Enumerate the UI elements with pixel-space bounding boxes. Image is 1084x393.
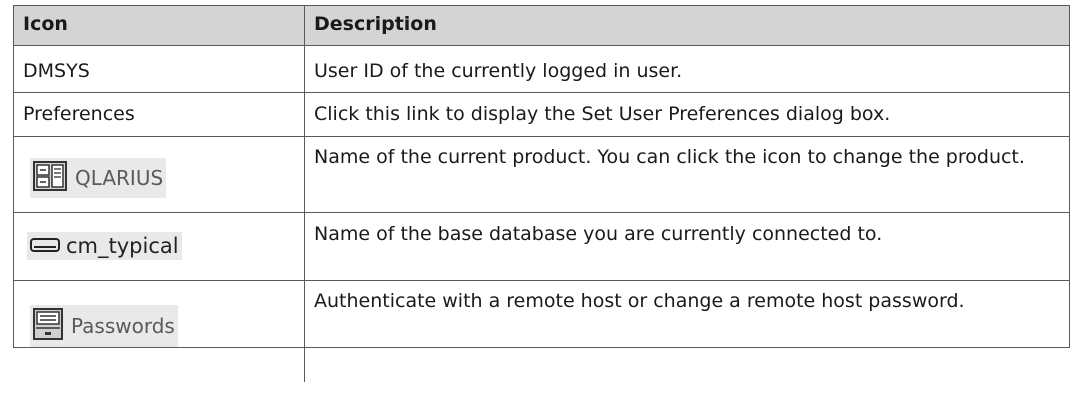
icon-cell: QLARIUS xyxy=(13,136,305,213)
description-cell: Name of the base database you are curren… xyxy=(304,212,1070,281)
passwords-icon xyxy=(33,308,63,344)
product-selector[interactable]: QLARIUS xyxy=(30,158,167,198)
database-icon xyxy=(30,235,60,257)
user-id-cell: DMSYS xyxy=(13,45,305,93)
passwords-link[interactable]: Passwords xyxy=(30,305,178,347)
preferences-cell: Preferences xyxy=(13,92,305,137)
header-icon: Icon xyxy=(13,5,305,46)
table-row: Passwords Authenticate with a remote hos… xyxy=(13,280,1070,348)
database-name: cm_typical xyxy=(66,234,179,258)
table-row: cm_typical Name of the base database you… xyxy=(13,212,1070,281)
table-continuation xyxy=(13,347,1070,382)
passwords-label: Passwords xyxy=(71,314,175,338)
product-name: QLARIUS xyxy=(75,166,164,190)
table-row: DMSYS User ID of the currently logged in… xyxy=(13,45,1070,93)
table-row: Preferences Click this link to display t… xyxy=(13,92,1070,137)
description-cell: Click this link to display the Set User … xyxy=(304,92,1070,137)
description-cell: Name of the current product. You can cli… xyxy=(304,136,1070,213)
product-icon xyxy=(33,161,67,195)
database-selector[interactable]: cm_typical xyxy=(27,232,182,260)
description-cell: Authenticate with a remote host or chang… xyxy=(304,280,1070,348)
header-description: Description xyxy=(304,5,1070,46)
icon-cell: cm_typical xyxy=(13,212,305,281)
icon-description-table: Icon Description DMSYS User ID of the cu… xyxy=(13,5,1070,382)
icon-cell: Passwords xyxy=(13,280,305,348)
table-row: QLARIUS Name of the current product. You… xyxy=(13,136,1070,213)
table-header-row: Icon Description xyxy=(13,5,1070,46)
description-cell: User ID of the currently logged in user. xyxy=(304,45,1070,93)
